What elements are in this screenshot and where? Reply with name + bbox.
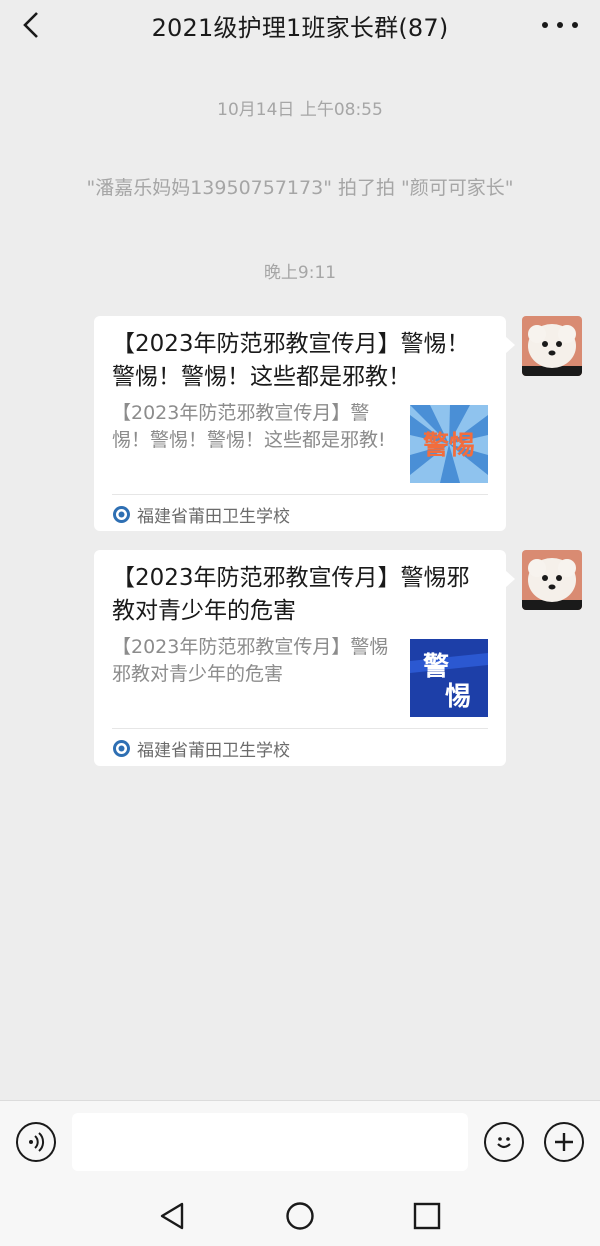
article-thumbnail: 警 惕	[410, 639, 488, 717]
avatar[interactable]	[522, 316, 582, 376]
chevron-left-icon	[23, 12, 38, 38]
more-dots-icon	[542, 22, 548, 28]
chat-title: 2021级护理1班家长群(87)	[151, 13, 449, 42]
timestamp: 10月14日 上午08:55	[217, 100, 383, 120]
nav-back-icon[interactable]	[158, 1201, 186, 1231]
pat-notice: "潘嘉乐妈妈13950757173" 拍了拍 "颜可可家长"	[86, 177, 514, 199]
school-logo-icon	[113, 506, 130, 523]
article-source: 福建省莆田卫生学校	[112, 502, 290, 527]
plus-icon	[555, 1133, 573, 1151]
article-description: 【2023年防范邪教宣传月】警惕！警惕！警惕！这些都是邪教!	[112, 402, 386, 451]
avatar[interactable]	[522, 550, 582, 610]
voice-button[interactable]	[16, 1122, 56, 1162]
source-label: 福建省莆田卫生学校	[137, 741, 290, 761]
article-description: 【2023年防范邪教宣传月】警惕邪教对青少年的危害	[112, 636, 389, 685]
timestamp: 晚上9:11	[263, 263, 337, 283]
article-source: 福建省莆田卫生学校	[112, 736, 290, 761]
input-bar	[0, 1100, 600, 1246]
article-title: 【2023年防范邪教宣传月】警惕！警惕！警惕！这些都是邪教！	[112, 331, 470, 390]
emoji-icon	[497, 1137, 511, 1149]
article-thumbnail: 警惕	[410, 405, 488, 483]
school-logo-icon	[113, 740, 130, 757]
emoji-button[interactable]	[484, 1122, 524, 1162]
voice-icon	[29, 1132, 45, 1152]
more-button[interactable]	[542, 10, 578, 40]
back-button[interactable]	[14, 8, 48, 42]
system-nav-bar	[0, 1181, 600, 1246]
source-label: 福建省莆田卫生学校	[137, 507, 290, 527]
message-input[interactable]	[72, 1113, 468, 1171]
article-title: 【2023年防范邪教宣传月】警惕邪教对青少年的危害	[112, 565, 470, 624]
article-card-message[interactable]: 【2023年防范邪教宣传月】警惕！警惕！警惕！这些都是邪教！ 【2023年防范邪…	[94, 316, 515, 531]
thumb-text-2: 惕	[445, 682, 471, 712]
thumb-text: 警惕	[423, 430, 475, 461]
nav-recents-icon[interactable]	[413, 1202, 441, 1230]
thumb-text-1: 警	[423, 651, 449, 682]
plus-button[interactable]	[544, 1122, 584, 1162]
chat-header: 2021级护理1班家长群(87)	[0, 0, 600, 50]
nav-home-icon[interactable]	[285, 1201, 315, 1231]
article-card-message[interactable]: 【2023年防范邪教宣传月】警惕邪教对青少年的危害 【2023年防范邪教宣传月】…	[94, 550, 515, 766]
